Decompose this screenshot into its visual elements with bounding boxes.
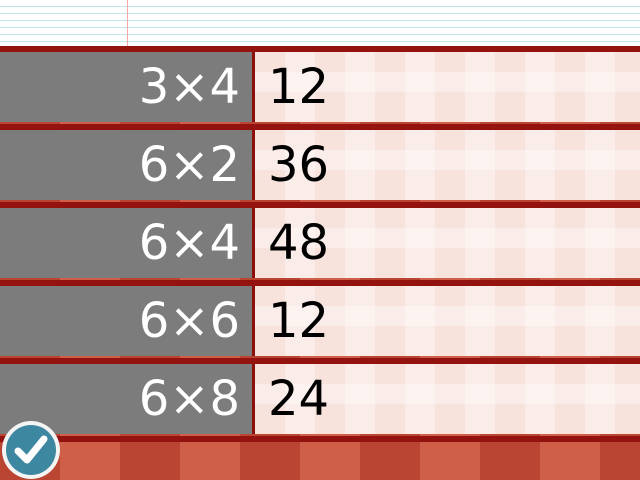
answer-value[interactable]: 36 (268, 130, 329, 200)
answer-value[interactable]: 48 (268, 208, 329, 278)
answer-value[interactable]: 24 (268, 364, 329, 434)
problem-row: 6×8 24 (0, 364, 640, 434)
check-icon (14, 435, 48, 464)
problem-question: 6×6 (0, 286, 252, 356)
problem-question: 6×2 (0, 130, 252, 200)
problem-question: 6×4 (0, 208, 252, 278)
problem-row: 6×4 48 (0, 208, 640, 278)
problem-question: 3×4 (0, 52, 252, 122)
answer-value[interactable]: 12 (268, 52, 329, 122)
problem-row: 6×2 36 (0, 130, 640, 200)
check-answers-button[interactable] (2, 421, 60, 479)
problem-row: 3×4 12 (0, 52, 640, 122)
notebook-paper-header (0, 0, 640, 46)
notebook-margin-line (127, 0, 128, 46)
answer-value[interactable]: 12 (268, 286, 329, 356)
problem-row: 6×6 12 (0, 286, 640, 356)
